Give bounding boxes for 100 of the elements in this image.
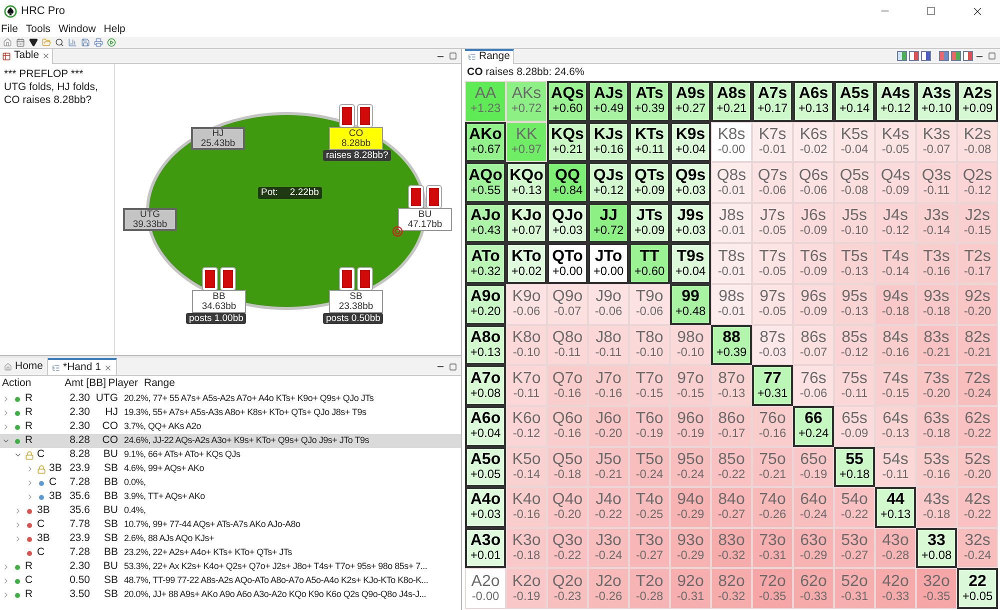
column-header[interactable]: Player [106, 376, 138, 392]
tree-row[interactable]: 3B 23.9 SB 4.6%, 99+ AQs+ AKo [0, 462, 461, 476]
dropdown-caret-icon[interactable] [29, 38, 38, 47]
seat-box[interactable]: BB 34.63bb [192, 290, 246, 313]
ev-value: -0.18 [512, 548, 540, 564]
tree-row[interactable]: R 2.30 BU 53.3%, 22+ Ax K2s+ K4o+ Q2s+ Q7o+ J2s+ J8o+ T4s+ T7o+ 95s+ 98o 85s+ 7... [0, 560, 461, 574]
collapsed-chevron-icon[interactable] [2, 395, 10, 403]
run-icon[interactable] [107, 38, 116, 47]
view-mode-icon[interactable] [897, 51, 907, 61]
ev-value: -0.06 [512, 304, 540, 320]
tree-row[interactable]: 3B 35.6 BB 3.9%, TT+ AQs+ AKo [0, 490, 461, 504]
hand-label: 92o [677, 574, 704, 589]
seat-box[interactable]: CO 8.28bb [329, 127, 383, 150]
hand-label: K7s [758, 126, 786, 142]
tree-row[interactable]: R 2.30 CO 3.7%, QQ+ AKs A2o [0, 420, 461, 434]
seat-box[interactable]: HJ 25.43bb [191, 127, 245, 150]
menu-item[interactable]: Help [104, 22, 126, 38]
amount-cell-text: 2.30 [68, 391, 90, 406]
table-tab[interactable]: Table [0, 48, 54, 64]
hand-label: A6o [470, 411, 501, 426]
action-log-line: UTG folds, HJ folds, CO raises 8.28bb? [4, 81, 99, 107]
collapsed-chevron-icon[interactable] [26, 465, 34, 473]
hand-label: 63s [924, 411, 950, 426]
tree-row[interactable]: C 7.28 BB 23.2%, 22+ A2s+ A4o+ KTs+ KTo+ QTs+ JTs [0, 546, 461, 560]
chart-icon[interactable] [68, 38, 77, 47]
maximize-pane-icon[interactable] [449, 362, 457, 370]
tree-row[interactable]: 3B 23.9 SB 2.6%, 88 AJs AQo KJs+ [0, 532, 461, 546]
seat-box[interactable]: BU 47.17bb [398, 208, 452, 231]
tree-row[interactable]: R 8.28 CO 24.6%, JJ-22 AQs-A2s A3o+ K9s+ KTo+ Q9s+ QJo J9s+ JTo T9s [0, 434, 461, 448]
column-header[interactable]: Amt [BB] [62, 376, 106, 392]
hand-label: 72o [759, 574, 786, 589]
tree-row[interactable]: R 3.50 SB 20.0%, JJ+ 88 A9s+ AKo A9o A6o A3o-A2o KQo K9o K6o Q2s Q9o-Q8o J4s-J... [0, 588, 461, 602]
collapsed-chevron-icon[interactable] [2, 409, 10, 417]
hand-label: J7o [596, 370, 622, 386]
tree-row[interactable]: R 2.30 HJ 19.3%, 55+ A7s+ A5s-A3s A8o+ K8s+ KTo+ QTs+ QJo J8s+ T9s [0, 406, 461, 420]
hand-label: 43s [924, 492, 950, 508]
column-header[interactable]: Range [144, 376, 175, 392]
collapsed-chevron-icon[interactable] [2, 423, 10, 431]
ev-value: -0.35 [922, 588, 950, 604]
collapsed-chevron-icon[interactable] [14, 521, 22, 529]
close-tab-icon[interactable] [104, 364, 112, 372]
tree-row[interactable]: C 8.28 BU 9.1%, 66+ ATs+ ATo+ KQs QJs [0, 448, 461, 462]
hand-label: K2o [512, 574, 541, 589]
hand-label: 65s [842, 411, 868, 426]
ev-value: +0.17 [757, 101, 788, 116]
hand-label: J4o [596, 492, 622, 508]
search-icon[interactable] [55, 38, 64, 47]
seat-box[interactable]: SB 23.38bb [329, 290, 383, 313]
hand-label: KJs [594, 126, 624, 142]
view-mode-icon[interactable] [921, 51, 931, 61]
hand-label: JJ [600, 208, 618, 224]
expanded-chevron-icon[interactable] [14, 451, 22, 459]
hand-label: K7o [512, 370, 541, 386]
editor-tab[interactable]: *Hand 1 [48, 358, 117, 375]
home-icon[interactable] [3, 38, 12, 47]
menu-item[interactable]: File [1, 22, 18, 38]
print-icon[interactable] [94, 38, 103, 47]
collapsed-chevron-icon[interactable] [2, 591, 10, 599]
action-label: R [25, 391, 33, 406]
collapsed-chevron-icon[interactable] [14, 535, 22, 543]
menu-item[interactable]: Tools [26, 22, 50, 38]
collapsed-chevron-icon[interactable] [14, 507, 22, 515]
seat-box[interactable]: UTG 39.33bb [123, 208, 177, 231]
expanded-chevron-icon[interactable] [2, 437, 10, 445]
calendar-icon[interactable] [16, 38, 25, 47]
view-mode-icon[interactable] [963, 51, 973, 61]
close-tab-icon[interactable] [42, 52, 50, 60]
collapsed-chevron-icon[interactable] [26, 479, 34, 487]
maximize-pane-icon[interactable] [449, 52, 457, 60]
hand-label: 88 [722, 330, 740, 345]
menu-item[interactable]: Window [58, 22, 96, 38]
collapsed-chevron-icon[interactable] [2, 577, 10, 585]
hand-label: J7s [760, 208, 785, 224]
tree-row[interactable]: C 0.50 SB 48.7%, TT-99 77-22 A8s-A2s AQo-ATo A8o-A7o A5o-A4o K2s+ KJo-KTo K8o-K... [0, 574, 461, 588]
ev-value: -0.08 [964, 142, 992, 157]
ev-value: +0.84 [552, 182, 583, 198]
ev-value: -0.11 [554, 344, 581, 360]
ev-value: +0.04 [470, 426, 501, 442]
tree-row[interactable]: R 2.30 UTG 20.2%, 77+ 55 A7s+ A5s-A2s A7o+ A4o KTs+ K9o+ Q9s+ QJo JTs [0, 392, 461, 406]
ev-value: +0.03 [675, 182, 706, 198]
folder-icon[interactable] [42, 38, 51, 47]
collapsed-chevron-icon[interactable] [2, 563, 10, 571]
maximize-pane-icon[interactable] [988, 52, 996, 60]
range-tab[interactable]: Range [465, 48, 514, 64]
tree-row[interactable]: 3B 35.6 BU 0.4%, [0, 504, 461, 518]
ev-value: -0.22 [840, 507, 868, 522]
hand-label: KK [516, 126, 538, 142]
tree-row[interactable]: C 7.28 BB 0.0%, [0, 476, 461, 490]
column-header[interactable]: Action [0, 376, 62, 392]
save-icon[interactable] [81, 38, 90, 47]
view-mode-icon[interactable] [909, 51, 919, 61]
card-back [358, 105, 372, 127]
hand-label: K4s [882, 126, 910, 142]
ev-value: -0.19 [800, 466, 828, 482]
tree-row[interactable]: C 7.78 SB 10.7%, 99+ 77-44 AQs+ ATs-A7s AKo AJo-A8o [0, 518, 461, 532]
ev-value: -0.14 [512, 466, 540, 482]
card-back [221, 268, 235, 290]
seat-position: BB [212, 292, 226, 302]
collapsed-chevron-icon[interactable] [26, 493, 34, 501]
hand-label: T2s [964, 248, 991, 264]
